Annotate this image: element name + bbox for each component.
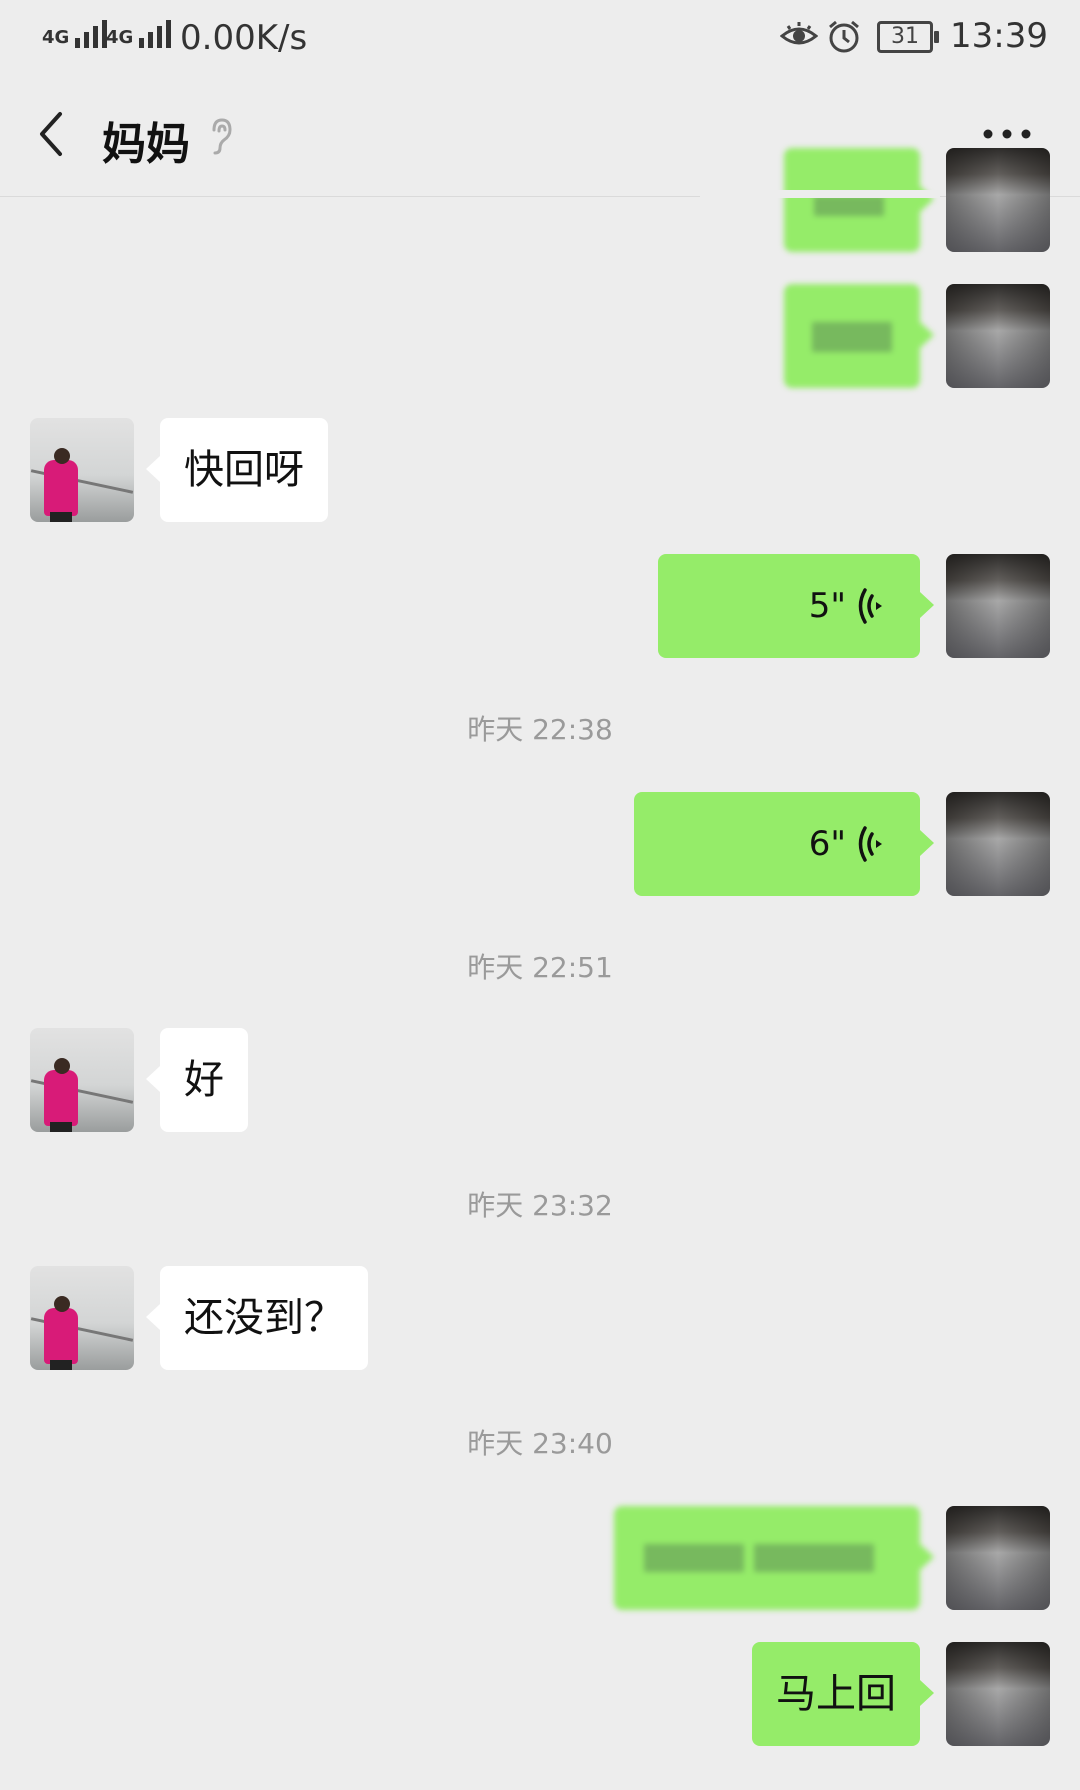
message-bubble-outgoing-blurred[interactable] [784, 284, 934, 388]
status-bar: 4G 4G 0.00K/s 31 13:39 [0, 0, 1080, 72]
voice-duration: 6" [808, 824, 846, 864]
mom-avatar[interactable] [30, 1266, 134, 1370]
network-type-2: 4G [106, 27, 134, 48]
signal-icon [139, 18, 172, 48]
my-avatar[interactable] [946, 1642, 1050, 1746]
message-bubble-incoming[interactable]: 还没到？ [146, 1266, 368, 1370]
message-bubble-outgoing-blurred[interactable] [614, 1506, 934, 1610]
my-avatar[interactable] [946, 148, 1050, 252]
timestamp: 昨天 22:51 [467, 951, 613, 984]
voice-message-bubble[interactable]: 6" [634, 792, 934, 896]
message-bubble-incoming[interactable]: 好 [146, 1028, 248, 1132]
voice-duration: 5" [808, 586, 846, 626]
ear-icon [212, 118, 232, 155]
eye-icon [780, 22, 818, 45]
header-overlap-mask [700, 190, 940, 198]
timestamp: 昨天 23:32 [467, 1189, 613, 1222]
chat-title: 妈妈 [102, 119, 190, 170]
more-icon[interactable] [982, 128, 1032, 140]
voice-wave-icon [858, 588, 882, 624]
my-avatar[interactable] [946, 792, 1050, 896]
mom-avatar[interactable] [30, 418, 134, 522]
timestamp: 昨天 23:40 [467, 1427, 613, 1460]
battery-icon: 31 [877, 21, 939, 53]
voice-message-bubble[interactable]: 5" [658, 554, 934, 658]
clock: 13:39 [950, 16, 1048, 56]
message-bubble-outgoing-blurred[interactable] [784, 148, 934, 252]
signal-group-1: 4G [42, 18, 108, 48]
message-bubble-incoming[interactable]: 快回呀 [146, 418, 328, 522]
back-arrow-icon[interactable] [36, 110, 66, 158]
message-bubble-outgoing[interactable]: 马上回 [752, 1642, 934, 1746]
signal-group-2: 4G [106, 18, 172, 48]
mom-avatar[interactable] [30, 1028, 134, 1132]
signal-icon [75, 18, 108, 48]
network-speed: 0.00K/s [180, 18, 308, 58]
my-avatar[interactable] [946, 1506, 1050, 1610]
voice-wave-icon [858, 826, 882, 862]
my-avatar[interactable] [946, 554, 1050, 658]
alarm-icon [829, 20, 859, 53]
network-type-1: 4G [42, 27, 70, 48]
timestamp: 昨天 22:38 [467, 713, 613, 746]
my-avatar[interactable] [946, 284, 1050, 388]
